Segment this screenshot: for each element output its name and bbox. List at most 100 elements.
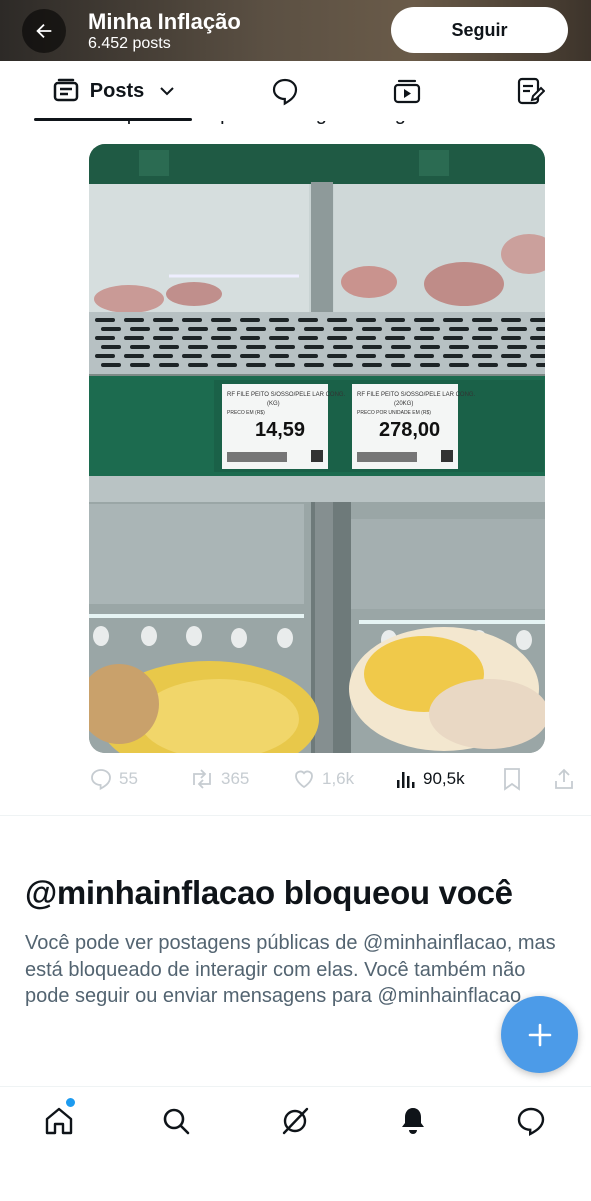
shelf-hole <box>530 318 545 322</box>
shelf-hole <box>391 345 411 349</box>
shelf-hole <box>269 354 289 358</box>
shelf-hole <box>217 327 237 331</box>
tab-replies[interactable] <box>255 61 315 121</box>
shelf-hole <box>246 327 266 331</box>
shelf-hole <box>304 345 324 349</box>
tag-right-price: 278,00 <box>379 419 440 441</box>
shelf-hole <box>530 336 545 340</box>
search-icon <box>163 1108 190 1135</box>
shelf-hole <box>536 345 545 349</box>
shelf-hole <box>362 363 382 367</box>
shelf-hole <box>478 327 498 331</box>
views-button[interactable]: 90,5k <box>395 763 465 795</box>
profile-name: Minha Inflação <box>88 9 241 34</box>
shelf-hole <box>327 336 347 340</box>
shelf-hole <box>449 345 469 349</box>
tweet-photo[interactable]: RF FILE PEITO S/OSSO/PELE LAR CONG. (KG)… <box>89 144 545 753</box>
tag-left-price: 14,59 <box>255 419 305 441</box>
shelf-hole <box>240 318 260 322</box>
like-button[interactable]: 1,6k <box>292 763 354 795</box>
reply-button[interactable]: 55 <box>89 763 138 795</box>
tag-left-unit: (KG) <box>267 401 280 407</box>
shelf-hole <box>356 336 376 340</box>
shelf-hole <box>304 363 324 367</box>
share-button[interactable] <box>553 763 575 795</box>
shelf-hole <box>420 363 440 367</box>
shelf-hole <box>536 327 545 331</box>
shelf-hole <box>356 354 376 358</box>
home-notification-dot <box>65 1097 76 1108</box>
shelf-hole <box>501 354 521 358</box>
compose-button[interactable] <box>501 996 578 1073</box>
shelf-hole <box>333 363 353 367</box>
shelf-hole <box>356 318 376 322</box>
shelf-hole <box>333 327 353 331</box>
plus-icon <box>528 1023 551 1046</box>
profile-tabs: Posts <box>0 61 591 121</box>
shelf-hole <box>507 363 527 367</box>
heart-icon <box>295 770 313 789</box>
shelf-hole <box>95 336 115 340</box>
shelf-hole <box>153 336 173 340</box>
shelf-hole <box>298 318 318 322</box>
chat-bubble-icon <box>517 1107 545 1137</box>
blocked-description: Você pode ver postagens públicas de @min… <box>25 932 556 1007</box>
shelf-hole <box>443 318 463 322</box>
shelf-hole <box>304 327 324 331</box>
shelf-hole <box>159 327 179 331</box>
shelf-hole <box>501 318 521 322</box>
shelf-hole <box>240 336 260 340</box>
shelf-hole <box>153 354 173 358</box>
section-divider <box>0 815 591 816</box>
shelf-hole <box>211 336 231 340</box>
shelf-hole <box>443 354 463 358</box>
tab-articles[interactable] <box>500 61 560 121</box>
nav-search[interactable] <box>146 1099 206 1143</box>
reply-icon <box>91 769 111 791</box>
shelf-hole <box>101 363 121 367</box>
views-count: 90,5k <box>423 769 465 788</box>
bookmark-icon <box>504 768 520 791</box>
tab-posts[interactable]: Posts <box>34 61 194 121</box>
shelf-hole <box>269 336 289 340</box>
shelf-hole <box>95 354 115 358</box>
tab-media[interactable] <box>377 61 437 121</box>
nav-grok[interactable] <box>265 1099 325 1143</box>
shelf-hole <box>124 336 144 340</box>
shelf-hole <box>130 345 150 349</box>
shelf-hole <box>269 318 289 322</box>
shelf-hole <box>507 345 527 349</box>
nav-messages[interactable] <box>501 1099 561 1143</box>
nav-home[interactable] <box>29 1099 89 1143</box>
chevron-down-icon <box>160 87 174 96</box>
shelf-hole <box>507 327 527 331</box>
shelf-hole <box>217 363 237 367</box>
shelf-hole <box>182 318 202 322</box>
shelf-hole <box>385 354 405 358</box>
shelf-hole <box>472 354 492 358</box>
posts-icon <box>53 78 79 102</box>
grok-icon <box>282 1107 309 1135</box>
shelf-hole <box>159 345 179 349</box>
shelf-hole <box>101 327 121 331</box>
back-button[interactable] <box>22 9 66 53</box>
shelf-hole <box>449 327 469 331</box>
shelf-hole <box>327 318 347 322</box>
shelf-hole <box>153 318 173 322</box>
bottom-navigation <box>0 1086 591 1201</box>
shelf-hole <box>472 336 492 340</box>
shelf-hole <box>182 336 202 340</box>
follow-button[interactable]: Seguir <box>391 7 568 53</box>
shelf-hole <box>420 345 440 349</box>
shelf-hole <box>472 318 492 322</box>
shelf-hole <box>414 354 434 358</box>
shelf-hole <box>385 336 405 340</box>
reply-count: 55 <box>119 769 138 788</box>
bookmark-button[interactable] <box>501 763 523 795</box>
repost-button[interactable]: 365 <box>189 763 249 795</box>
shelf-hole <box>414 318 434 322</box>
shelf-hole <box>159 363 179 367</box>
shelf-hole <box>362 345 382 349</box>
nav-notifications[interactable] <box>383 1099 443 1143</box>
shelf-hole <box>530 354 545 358</box>
